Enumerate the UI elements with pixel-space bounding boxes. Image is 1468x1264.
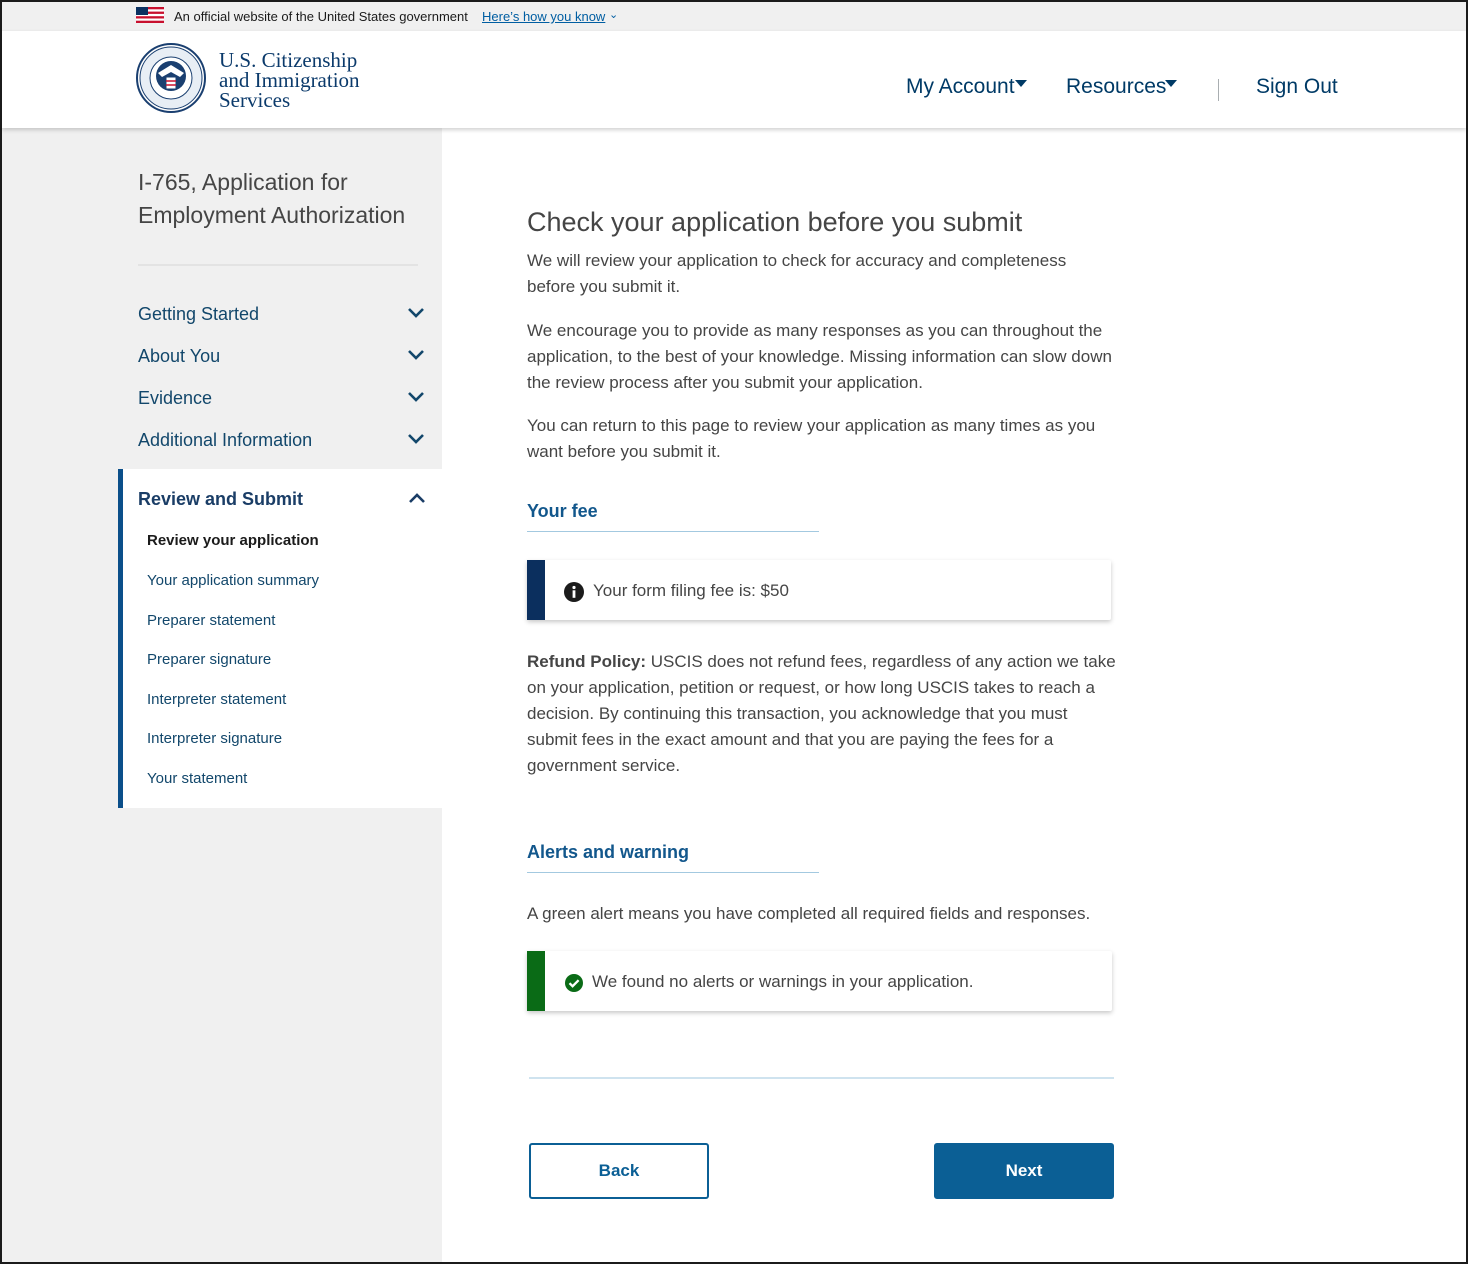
check-circle-icon <box>565 974 583 992</box>
sidebar-item-about-you[interactable]: About You <box>138 346 430 370</box>
sidebar-item-label: Evidence <box>138 388 213 408</box>
section-heading-alerts: Alerts and warning <box>527 842 690 862</box>
sidebar-subitem-preparer-statement[interactable]: Preparer statement <box>147 612 275 629</box>
site-header: U.S. Citizenship and Immigration Service… <box>2 31 1466 128</box>
sidebar-item-label: Additional Information <box>138 430 313 450</box>
chevron-down-icon[interactable] <box>406 386 426 406</box>
section-divider <box>527 531 819 532</box>
refund-policy-label: Refund Policy: <box>527 652 647 671</box>
success-alert-text: We found no alerts or warnings in your a… <box>592 972 974 991</box>
alerts-description: A green alert means you have completed a… <box>527 904 1091 923</box>
caret-down-icon[interactable] <box>1015 80 1027 87</box>
page-frame: An official website of the United States… <box>0 0 1468 1264</box>
next-button[interactable]: Next <box>934 1143 1114 1199</box>
sidebar-item-getting-started[interactable]: Getting Started <box>138 304 430 328</box>
sidebar-item-label: Getting Started <box>138 304 260 324</box>
how-you-know-link[interactable]: Here’s how you know <box>482 9 605 24</box>
nav-divider <box>1218 79 1219 101</box>
sidebar-subitem-interpreter-statement[interactable]: Interpreter statement <box>147 691 286 708</box>
section-heading-your-fee: Your fee <box>527 501 598 521</box>
sidebar-item-additional-information[interactable]: Additional Information <box>138 430 430 454</box>
caret-down-icon[interactable] <box>1165 80 1177 87</box>
intro-paragraph-3: You can return to this page to review yo… <box>527 416 1096 461</box>
sidebar-divider <box>138 264 418 266</box>
form-title: I-765, Application for Employment Author… <box>138 169 406 228</box>
alert-accent-bar <box>527 560 545 620</box>
intro-paragraph-1: We will review your application to check… <box>527 251 1067 296</box>
chevron-down-icon[interactable] <box>406 344 426 364</box>
content-divider <box>529 1077 1114 1079</box>
sidebar-section-label[interactable]: Review and Submit <box>138 489 303 510</box>
refund-policy: Refund Policy: USCIS does not refund fee… <box>527 649 1117 779</box>
nav-my-account[interactable]: My Account <box>906 75 1015 99</box>
sidebar-subitem-interpreter-signature[interactable]: Interpreter signature <box>147 730 282 747</box>
info-icon <box>564 582 584 602</box>
official-site-text: An official website of the United States… <box>174 9 468 24</box>
us-flag-icon <box>136 7 164 23</box>
sidebar-subitem-preparer-signature[interactable]: Preparer signature <box>147 651 271 668</box>
success-alert: We found no alerts or warnings in your a… <box>527 951 1112 1011</box>
sidebar-section-review-and-submit: Review and Submit Review your applicatio… <box>118 469 442 808</box>
gov-banner: An official website of the United States… <box>2 2 1466 31</box>
sidebar-subitem-your-statement[interactable]: Your statement <box>147 770 247 787</box>
fee-alert-text: Your form filing fee is: $50 <box>593 581 789 600</box>
page-title: Check your application before you submit <box>527 207 1023 237</box>
sidebar-item-label: About You <box>138 346 221 366</box>
sidebar-item-evidence[interactable]: Evidence <box>138 388 430 412</box>
fee-info-alert: Your form filing fee is: $50 <box>527 560 1111 620</box>
chevron-up-icon[interactable] <box>407 489 427 509</box>
intro-paragraph-2: We encourage you to provide as many resp… <box>527 321 1112 392</box>
sidebar-subitem-review-your-application[interactable]: Review your application <box>147 532 319 549</box>
alert-accent-bar <box>527 951 545 1011</box>
sidebar: I-765, Application for Employment Author… <box>2 128 442 1262</box>
back-button[interactable]: Back <box>529 1143 709 1199</box>
brand-line-3: Services <box>219 88 291 112</box>
chevron-down-icon[interactable] <box>406 428 426 448</box>
chevron-down-icon[interactable] <box>406 302 426 322</box>
brand-line-2: and Immigration <box>219 68 360 92</box>
dhs-seal-icon[interactable] <box>136 43 206 113</box>
brand-line-1: U.S. Citizenship <box>219 48 358 72</box>
nav-sign-out[interactable]: Sign Out <box>1256 75 1338 99</box>
nav-resources[interactable]: Resources <box>1066 75 1166 99</box>
sidebar-subitem-application-summary[interactable]: Your application summary <box>147 572 319 589</box>
section-divider <box>527 872 819 873</box>
uscis-brand[interactable]: U.S. Citizenship and Immigration Service… <box>219 48 360 112</box>
chevron-down-icon[interactable]: ⌄ <box>609 8 618 21</box>
